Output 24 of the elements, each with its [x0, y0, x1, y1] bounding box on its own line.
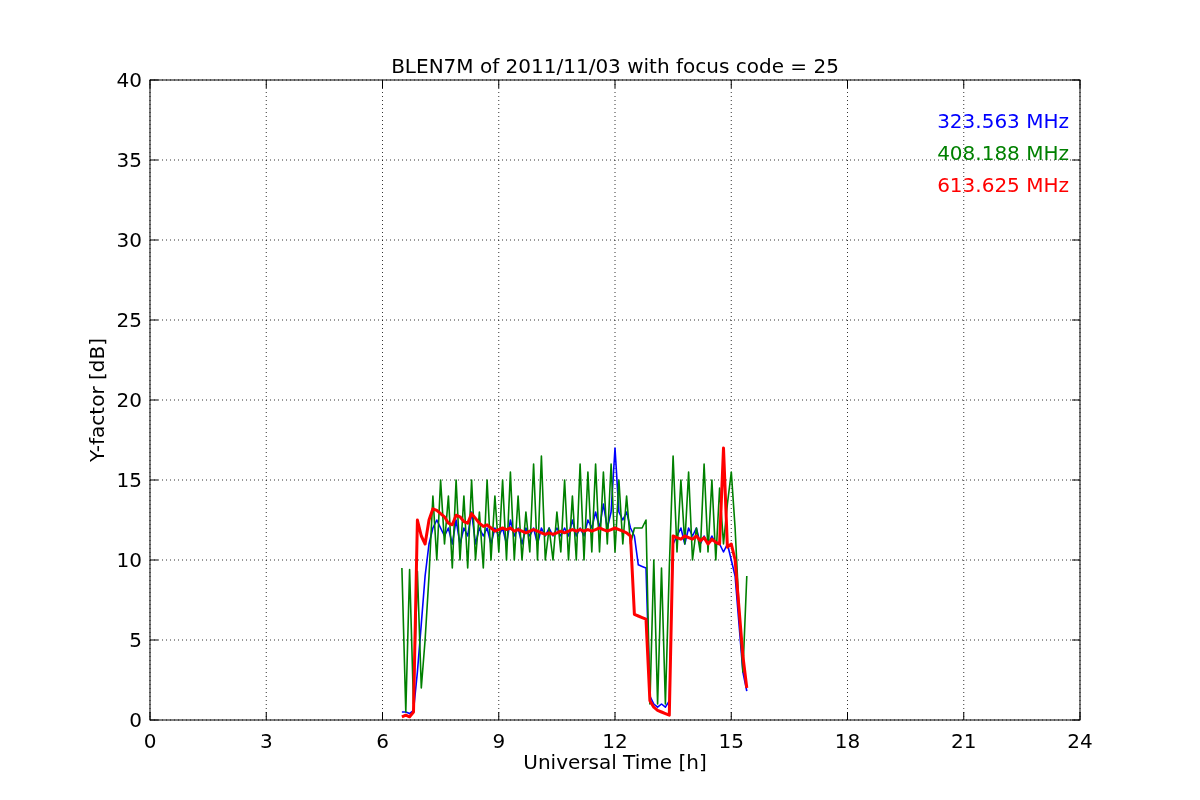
x-tick-label: 24 — [1067, 729, 1093, 753]
x-tick-label: 21 — [951, 729, 977, 753]
x-axis-label: Universal Time [h] — [523, 750, 707, 774]
y-tick-label: 10 — [116, 548, 142, 572]
y-tick-label: 15 — [116, 468, 142, 492]
x-tick-label: 18 — [834, 729, 861, 753]
y-tick-label: 20 — [116, 388, 142, 412]
y-tick-label: 40 — [116, 68, 142, 92]
x-tick-label: 0 — [143, 729, 157, 753]
x-tick-label: 12 — [602, 729, 628, 753]
legend-label: 323.563 MHz — [937, 109, 1069, 133]
y-axis-label: Y-factor [dB] — [85, 338, 109, 462]
y-tick-label: 5 — [129, 628, 142, 652]
x-tick-label: 15 — [718, 729, 744, 753]
x-tick-label: 9 — [492, 729, 506, 753]
y-tick-label: 35 — [116, 148, 142, 172]
x-tick-label: 6 — [376, 729, 389, 753]
y-tick-label: 0 — [129, 708, 142, 732]
legend-label: 408.188 MHz — [937, 141, 1069, 165]
legend-label: 613.625 MHz — [937, 173, 1069, 197]
y-tick-label: 25 — [116, 308, 142, 332]
x-tick-label: 3 — [259, 729, 273, 753]
y-tick-label: 30 — [116, 228, 142, 252]
chart-title: BLEN7M of 2011/11/03 with focus code = 25 — [391, 54, 839, 78]
